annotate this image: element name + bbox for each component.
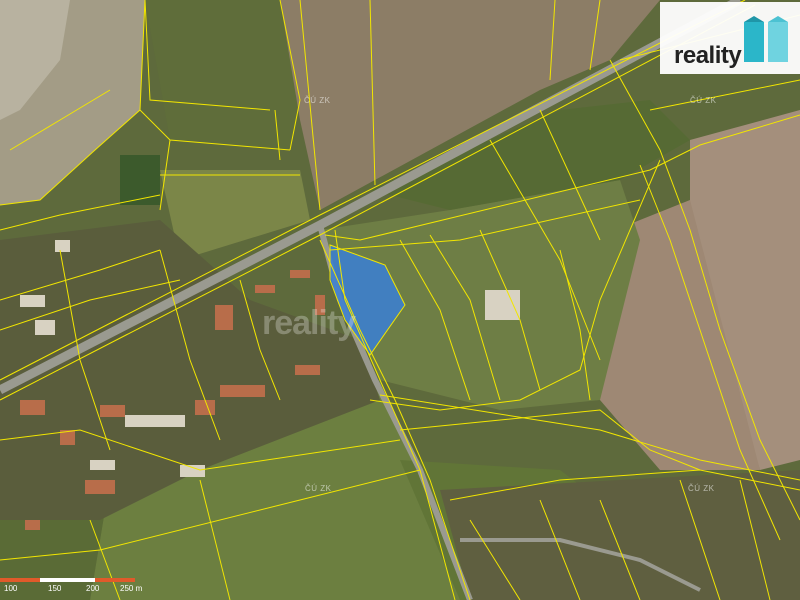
scale-tick-label: 250 m: [120, 584, 143, 593]
brand-logo[interactable]: reality: [660, 2, 800, 74]
scale-tick-label: 200: [86, 584, 100, 593]
cadastre-label: ČÚ ZK: [305, 484, 332, 493]
brand-name: reality: [674, 42, 742, 69]
scale-tick-label: 100: [4, 584, 18, 593]
watermark: reality: [262, 304, 356, 342]
cadastre-label: ČÚ ZK: [690, 96, 717, 105]
aerial-cadastral-map[interactable]: [0, 0, 800, 600]
cadastre-label: ČÚ ZK: [304, 96, 331, 105]
scale-tick-label: 150: [48, 584, 62, 593]
brand-logo-icon: [744, 16, 788, 62]
scale-bar: 100 150 200 250 m: [0, 572, 150, 600]
cadastre-label: ČÚ ZK: [688, 484, 715, 493]
